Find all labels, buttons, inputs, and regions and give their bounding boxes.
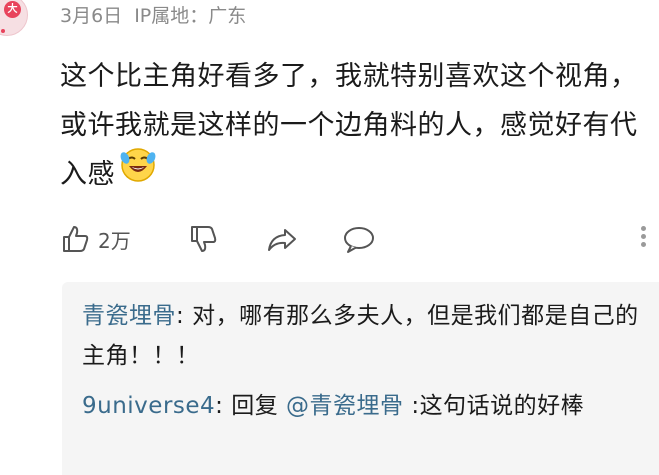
reply-colon: : — [176, 303, 193, 329]
reply-author[interactable]: 青瓷埋骨 — [82, 303, 176, 329]
comment-body: 这个比主角好看多了，我就特别喜欢这个视角，或许我就是这样的一个边角料的人，感觉好… — [60, 52, 640, 199]
comment-date: 3月6日 — [60, 5, 123, 27]
comment-actions: 2万 — [60, 219, 650, 259]
comment-page: 大 3月6日 IP属地：广东 这个比主角好看多了，我就特别喜欢这个视角，或许我就是… — [0, 0, 659, 475]
reply-button[interactable] — [342, 219, 376, 259]
reply-text: :这句话说的好棒 — [403, 393, 585, 419]
thumbs-down-icon — [191, 226, 217, 252]
share-arrow-icon — [268, 229, 296, 251]
share-button[interactable] — [265, 219, 299, 259]
mention-link[interactable]: @青瓷埋骨 — [286, 393, 404, 419]
avatar-decoration — [1, 29, 5, 33]
comment-bubble-icon — [344, 227, 374, 253]
reply-colon: : — [215, 393, 232, 419]
reply-list: 青瓷埋骨: 对，哪有那么多夫人，但是我们都是自己的主角！！！ 9universe… — [62, 282, 659, 475]
reply-item: 青瓷埋骨: 对，哪有那么多夫人，但是我们都是自己的主角！！！ — [82, 296, 647, 376]
laughing-crying-emoji-icon — [119, 145, 157, 199]
reply-label: 回复 — [231, 393, 287, 419]
avatar-badge: 大 — [4, 1, 21, 18]
reply-item: 9universe4: 回复 @青瓷埋骨 :这句话说的好棒 — [82, 386, 647, 426]
like-count: 2万 — [98, 228, 131, 253]
ip-location: IP属地：广东 — [134, 5, 247, 27]
more-vertical-icon[interactable] — [638, 223, 648, 257]
avatar[interactable]: 大 — [0, 0, 28, 36]
comment-meta: 3月6日 IP属地：广东 — [60, 3, 246, 29]
like-button[interactable]: 2万 — [60, 219, 131, 259]
dislike-button[interactable] — [188, 219, 218, 259]
thumbs-up-icon — [63, 226, 89, 252]
reply-author[interactable]: 9universe4 — [82, 393, 215, 419]
